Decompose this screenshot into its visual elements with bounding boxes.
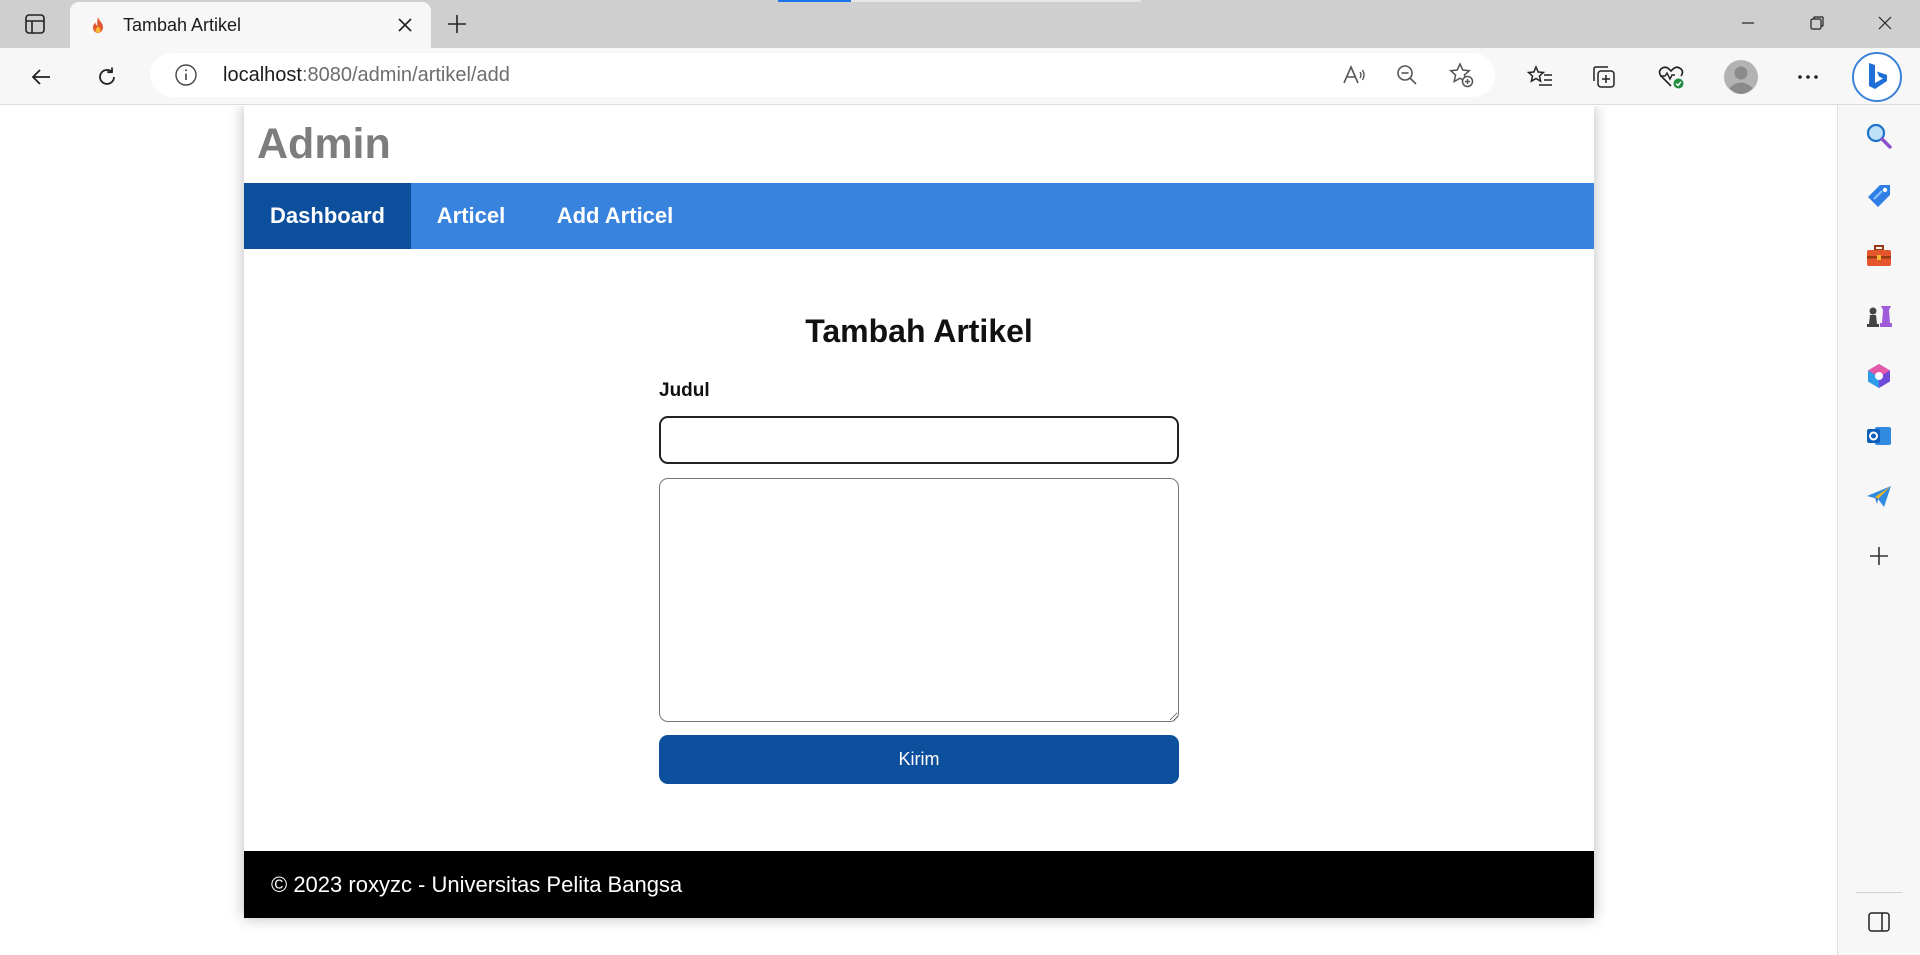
minimize-button[interactable] [1713, 0, 1783, 46]
add-favorite-icon[interactable] [1445, 60, 1477, 90]
page-viewport: Admin Dashboard Articel Add Articel Tamb… [0, 106, 1837, 955]
browser-tab-bar: Tambah Artikel [0, 0, 1920, 48]
nav-dashboard[interactable]: Dashboard [244, 183, 411, 249]
browser-tab-active[interactable]: Tambah Artikel [70, 2, 431, 48]
loading-track [851, 0, 1141, 2]
more-dots-icon [1798, 75, 1818, 79]
profile-avatar[interactable] [1722, 58, 1760, 96]
collections-icon [1593, 66, 1615, 88]
form-title: Tambah Artikel [805, 313, 1033, 349]
search-icon[interactable] [1862, 119, 1896, 153]
content-textarea[interactable] [659, 478, 1179, 722]
collections-button[interactable] [1585, 58, 1623, 96]
tab-title: Tambah Artikel [123, 14, 242, 35]
site-header: Admin [244, 106, 1594, 183]
browser-toolbar: localhost:8080/admin/artikel/add [0, 48, 1920, 105]
edge-sidebar [1837, 105, 1920, 955]
office-icon[interactable] [1862, 359, 1896, 393]
address-url[interactable]: localhost:8080/admin/artikel/add [223, 64, 510, 87]
submit-button[interactable]: Kirim [659, 735, 1179, 784]
site-title: Admin [257, 120, 391, 168]
tag-icon[interactable] [1862, 179, 1896, 213]
title-input[interactable] [659, 416, 1179, 464]
reload-button[interactable] [88, 58, 126, 96]
admin-container: Admin Dashboard Articel Add Articel Tamb… [244, 106, 1594, 918]
toolbox-icon[interactable] [1862, 239, 1896, 273]
close-icon [1878, 16, 1892, 30]
back-arrow-icon [31, 69, 50, 85]
read-aloud-icon[interactable] [1338, 60, 1370, 90]
favorites-button[interactable] [1521, 58, 1559, 96]
restore-button[interactable] [1782, 0, 1852, 46]
address-bar[interactable]: localhost:8080/admin/artikel/add [150, 53, 1495, 97]
heartbeat-icon [1658, 66, 1684, 89]
url-host: localhost [223, 64, 302, 86]
restore-icon [1810, 16, 1824, 30]
tab-actions-button[interactable] [12, 8, 58, 40]
title-label: Judul [659, 380, 710, 401]
chess-icon[interactable] [1862, 299, 1896, 333]
main-content: Tambah Artikel Judul Kirim [244, 249, 1594, 850]
add-icon[interactable] [1862, 539, 1896, 573]
url-path: :8080/admin/artikel/add [301, 64, 510, 86]
site-info-icon[interactable] [173, 62, 199, 88]
footer-text: © 2023 roxyzc - Universitas Pelita Bangs… [271, 871, 683, 897]
bing-icon [1869, 63, 1887, 89]
send-icon[interactable] [1862, 479, 1896, 513]
plus-icon [448, 15, 466, 33]
tab-actions-icon [25, 14, 45, 34]
copilot-button[interactable] [1852, 52, 1902, 102]
minimize-icon [1742, 22, 1754, 24]
outlook-icon[interactable] [1862, 419, 1896, 453]
main-nav: Dashboard Articel Add Articel [244, 183, 1594, 249]
avatar-icon [1724, 60, 1758, 94]
zoom-out-icon[interactable] [1391, 60, 1423, 90]
nav-articel[interactable]: Articel [411, 183, 531, 249]
sidebar-divider [1856, 892, 1902, 893]
settings-more-button[interactable] [1789, 58, 1827, 96]
reload-icon [99, 67, 115, 85]
site-footer: © 2023 roxyzc - Universitas Pelita Bangs… [244, 851, 1594, 918]
browser-essentials-button[interactable] [1652, 58, 1690, 96]
nav-add-articel[interactable]: Add Articel [531, 183, 699, 249]
close-tab-icon[interactable] [393, 13, 417, 37]
favorites-icon [1527, 65, 1552, 86]
flame-icon [89, 16, 107, 34]
loading-indicator [778, 0, 851, 2]
close-window-button[interactable] [1850, 0, 1920, 46]
new-tab-button[interactable] [440, 8, 474, 40]
back-button[interactable] [22, 58, 60, 96]
sidebar-toggle-icon[interactable] [1862, 905, 1896, 939]
